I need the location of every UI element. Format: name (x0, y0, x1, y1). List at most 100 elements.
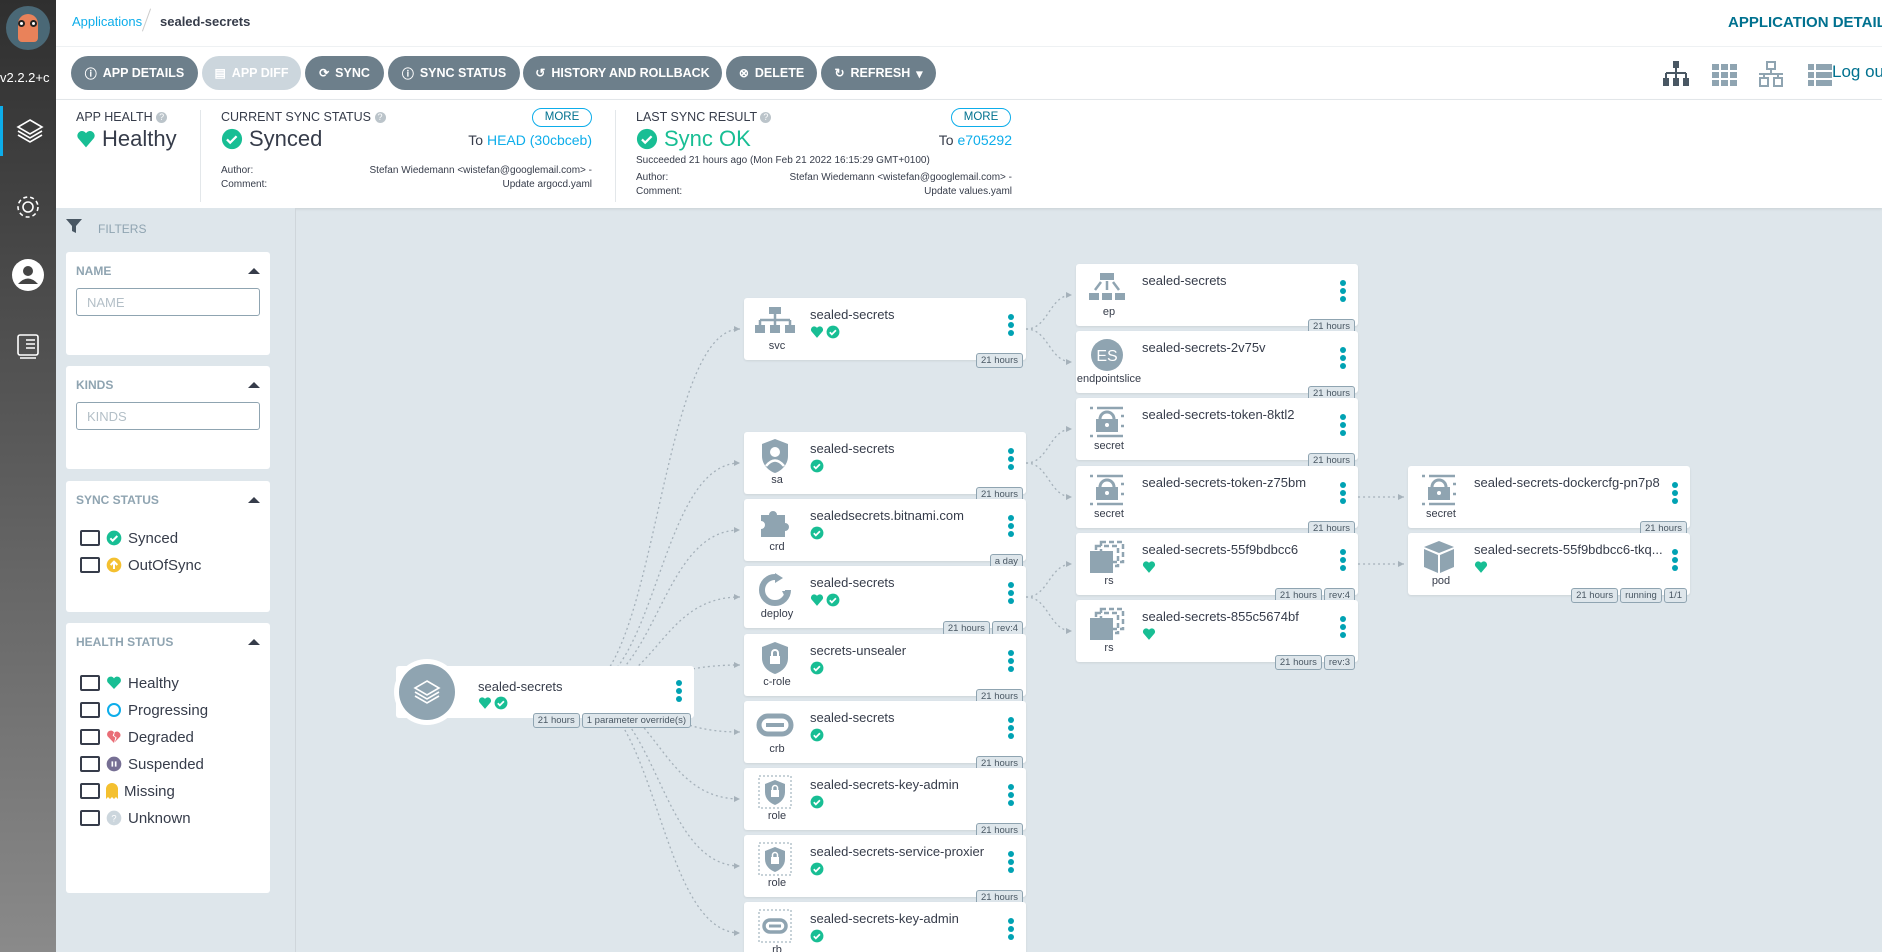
sidebar-item-settings[interactable] (0, 182, 56, 232)
node-status (810, 325, 840, 339)
help-icon[interactable]: ? (374, 112, 386, 124)
refresh-button[interactable]: ↻ REFRESH ▾ (821, 56, 936, 90)
resource-node-sa[interactable]: sa sealed-secrets 21 hours (744, 432, 1026, 502)
collapse-icon[interactable] (248, 497, 260, 503)
tree-view-icon[interactable] (1662, 61, 1690, 87)
checkbox[interactable] (80, 756, 100, 772)
node-menu-icon[interactable] (1340, 482, 1346, 504)
node-menu-icon[interactable] (1008, 784, 1014, 806)
checkbox[interactable] (80, 810, 100, 826)
resource-node-svc[interactable]: svc sealed-secrets 21 hours (744, 298, 1026, 368)
node-menu-icon[interactable] (1008, 918, 1014, 940)
checkbox[interactable] (80, 530, 100, 546)
check-circle-icon (810, 661, 824, 675)
node-menu-icon[interactable] (1672, 482, 1678, 504)
sidebar-item-user[interactable] (0, 250, 56, 300)
last-sync-more-button[interactable]: MORE (951, 108, 1011, 127)
kinds-input[interactable] (76, 402, 260, 430)
edge-arrow (734, 796, 740, 802)
node-menu-icon[interactable] (1008, 448, 1014, 470)
filter-option-missing[interactable]: Missing (80, 780, 175, 802)
page-title: APPLICATION DETAILS (1728, 14, 1882, 31)
comment-label: Comment: (221, 179, 268, 190)
node-menu-icon[interactable] (1008, 851, 1014, 873)
resource-node-crd[interactable]: crd sealedsecrets.bitnami.com a day (744, 499, 1026, 569)
node-menu-icon[interactable] (1672, 549, 1678, 571)
resource-node-crb[interactable]: crb sealed-secrets 21 hours (744, 701, 1026, 771)
logout-link[interactable]: Log out (1832, 62, 1882, 82)
filter-option-synced[interactable]: Synced (80, 527, 178, 549)
filter-option-unknown[interactable]: ? Unknown (80, 807, 191, 829)
help-icon[interactable]: ? (760, 112, 772, 124)
history-rollback-button[interactable]: ↺ HISTORY AND ROLLBACK (523, 56, 722, 90)
pods-view-icon[interactable] (1710, 61, 1738, 87)
resource-node-ep[interactable]: ep sealed-secrets 21 hours (1076, 264, 1358, 334)
collapse-icon[interactable] (248, 639, 260, 645)
resource-node-c-role[interactable]: c-role secrets-unsealer 21 hours (744, 634, 1026, 704)
value-text: Sync OK (664, 126, 751, 151)
filter-option-degraded[interactable]: Degraded (80, 726, 194, 748)
checkbox[interactable] (80, 783, 100, 799)
resource-node-role[interactable]: role sealed-secrets-service-proxier 21 h… (744, 835, 1026, 905)
node-menu-icon[interactable] (1008, 582, 1014, 604)
delete-button[interactable]: ⊗ DELETE (726, 56, 817, 90)
filter-option-healthy[interactable]: Healthy (80, 672, 179, 694)
collapse-icon[interactable] (248, 382, 260, 388)
revision-link[interactable]: e705292 (957, 132, 1012, 148)
sidebar-item-docs[interactable] (0, 322, 56, 372)
filter-option-progressing[interactable]: Progressing (80, 699, 208, 721)
role-binding-icon (752, 908, 798, 944)
option-label: Synced (128, 529, 179, 547)
resource-node-rs[interactable]: rs sealed-secrets-855c5674bf 21 hours rev… (1076, 600, 1358, 670)
resource-node-secret[interactable]: secret sealed-secrets-dockercfg-pn7p8 21… (1408, 466, 1690, 536)
resource-node-pod[interactable]: pod sealed-secrets-55f9bdbcc6-tkq... 21 … (1408, 533, 1690, 603)
checkbox[interactable] (80, 729, 100, 745)
resource-node-secret[interactable]: secret sealed-secrets-token-8ktl2 21 hou… (1076, 398, 1358, 468)
node-menu-icon[interactable] (1340, 549, 1346, 571)
checkbox[interactable] (80, 702, 100, 718)
node-menu-icon[interactable] (1340, 616, 1346, 638)
resource-graph[interactable]: svc sealed-secrets 21 hours sa sealed-se… (297, 208, 1882, 952)
node-menu-icon[interactable] (1340, 280, 1346, 302)
app-diff-button[interactable]: ▤ APP DIFF (202, 56, 301, 90)
node-menu-icon[interactable] (1008, 515, 1014, 537)
network-view-icon[interactable] (1757, 61, 1785, 87)
node-kind: role (767, 810, 787, 822)
node-menu-icon[interactable] (676, 680, 682, 702)
node-menu-icon[interactable] (1340, 414, 1346, 436)
progressing-icon (107, 703, 121, 717)
last-sync-label: LAST SYNC RESULT ? (636, 110, 772, 124)
filter-option-outofsync[interactable]: OutOfSync (80, 554, 201, 576)
checkbox[interactable] (80, 675, 100, 691)
resource-node-role[interactable]: role sealed-secrets-key-admin 21 hours (744, 768, 1026, 838)
sync-status-button[interactable]: ⓘ SYNC STATUS (388, 56, 520, 90)
filter-title: HEALTH STATUS (76, 635, 174, 649)
resource-node-deploy[interactable]: deploy sealed-secrets 21 hours rev:4 (744, 566, 1026, 636)
node-menu-icon[interactable] (1340, 347, 1346, 369)
resource-node-endpointslice[interactable]: ES endpointslice sealed-secrets-2v75v 21… (1076, 331, 1358, 401)
revision-link[interactable]: HEAD (30cbceb) (487, 132, 592, 148)
argo-logo[interactable] (6, 6, 50, 50)
app-details-button[interactable]: ⓘ APP DETAILS (71, 56, 198, 90)
breadcrumb-applications[interactable]: Applications (72, 14, 142, 29)
sync-button[interactable]: ⟳ SYNC (305, 56, 384, 90)
sync-more-button[interactable]: MORE (532, 108, 592, 127)
node-menu-icon[interactable] (1008, 314, 1014, 336)
node-status (1142, 627, 1156, 641)
app-health-label: APP HEALTH ? (76, 110, 168, 124)
resource-node-secret[interactable]: secret sealed-secrets-token-z75bm 21 hou… (1076, 466, 1358, 536)
endpoints-icon (1084, 270, 1130, 306)
sync-status-filter: SYNC STATUS Synced OutOfSync (66, 481, 270, 612)
checkbox[interactable] (80, 557, 100, 573)
name-input[interactable] (76, 288, 260, 316)
button-label: REFRESH (850, 66, 911, 80)
resource-node-rs[interactable]: rs sealed-secrets-55f9bdbcc6 21 hours rev… (1076, 533, 1358, 603)
resource-node-rb[interactable]: rb sealed-secrets-key-admin (744, 902, 1026, 952)
node-menu-icon[interactable] (1008, 717, 1014, 739)
collapse-icon[interactable] (248, 268, 260, 274)
filter-option-suspended[interactable]: Suspended (80, 753, 204, 775)
sidebar-item-applications[interactable] (0, 106, 56, 156)
list-view-icon[interactable] (1806, 61, 1834, 87)
help-icon[interactable]: ? (156, 112, 168, 124)
node-menu-icon[interactable] (1008, 650, 1014, 672)
